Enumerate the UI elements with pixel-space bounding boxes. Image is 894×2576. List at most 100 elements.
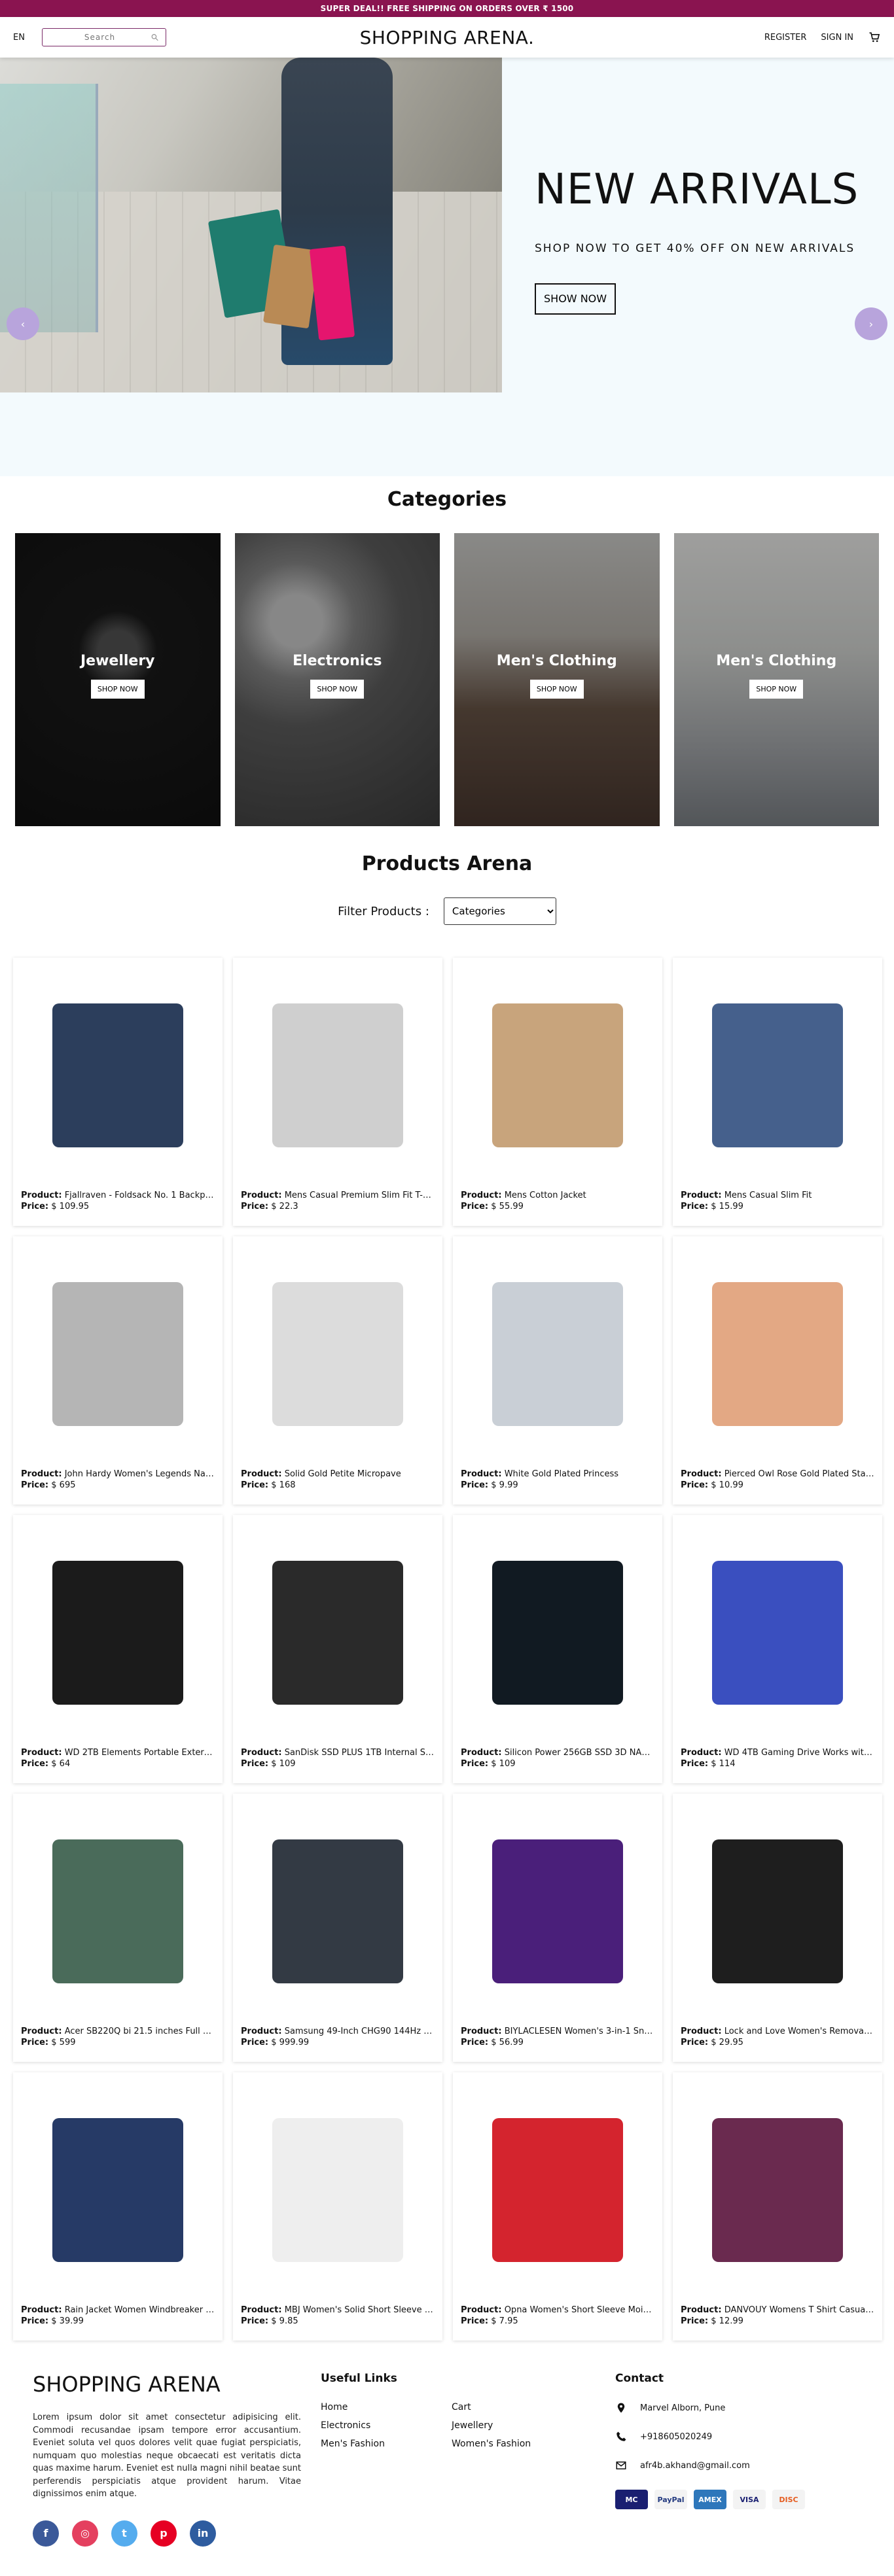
linkedin-icon[interactable]: in [190, 2520, 216, 2547]
product-card[interactable]: Product: Solid Gold Petite Micropave Pric… [233, 1236, 442, 1505]
footer-link-womens-fashion[interactable]: Women's Fashion [452, 2439, 582, 2449]
hero-cta-button[interactable]: SHOW NOW [535, 283, 617, 315]
product-card[interactable]: Product: MBJ Women's Solid Short Sleeve … [233, 2072, 442, 2341]
price-label: Price: [241, 1201, 269, 1211]
facebook-icon[interactable]: f [33, 2520, 59, 2547]
category-card[interactable]: Men's Clothing SHOP NOW [673, 533, 879, 826]
category-shop-button[interactable]: SHOP NOW [749, 680, 804, 699]
product-card[interactable]: Product: Lock and Love Women's Removable… [673, 1794, 882, 2062]
price-label: Price: [241, 1758, 269, 1769]
price-label: Price: [241, 2316, 269, 2326]
product-image[interactable] [461, 1243, 654, 1465]
price-label: Price: [461, 2037, 489, 2047]
product-card[interactable]: Product: SanDisk SSD PLUS 1TB Internal S… [233, 1515, 442, 1783]
product-card[interactable]: Product: WD 2TB Elements Portable Extern… [13, 1515, 223, 1783]
product-price: $ 29.95 [711, 2037, 743, 2047]
product-price: $ 7.95 [491, 2316, 518, 2326]
product-card[interactable]: Product: Fjallraven - Foldsack No. 1 Bac… [13, 958, 223, 1226]
footer-link-home[interactable]: Home [321, 2402, 452, 2412]
footer-link-electronics[interactable]: Electronics [321, 2420, 452, 2431]
product-label: Product: [681, 1191, 722, 1200]
product-image[interactable] [461, 1522, 654, 1744]
product-name: Opna Women's Short Sleeve Moisture [504, 2305, 654, 2315]
product-image[interactable] [21, 1522, 215, 1744]
product-image[interactable] [21, 2079, 215, 2301]
pinterest-icon[interactable]: p [151, 2520, 177, 2547]
product-card[interactable]: Product: Samsung 49-Inch CHG90 144Hz Cur… [233, 1794, 442, 2062]
product-image[interactable] [21, 1243, 215, 1465]
product-card[interactable]: Product: John Hardy Women's Legends Naga… [13, 1236, 223, 1505]
category-shop-button[interactable]: SHOP NOW [310, 680, 365, 699]
category-card[interactable]: Electronics SHOP NOW [234, 533, 440, 826]
product-image[interactable] [241, 1243, 435, 1465]
product-card[interactable]: Product: Opna Women's Short Sleeve Moist… [453, 2072, 662, 2341]
product-thumbnail [492, 1003, 623, 1147]
product-thumbnail [492, 1839, 623, 1983]
product-meta: Product: Mens Cotton Jacket Price: $ 55.9… [461, 1191, 654, 1213]
announcement-bar: SUPER DEAL!! FREE SHIPPING ON ORDERS OVE… [0, 0, 894, 17]
product-image[interactable] [681, 2079, 874, 2301]
language-selector[interactable]: EN [13, 33, 39, 43]
footer-link-cart[interactable]: Cart [452, 2402, 582, 2412]
search-input[interactable] [49, 33, 151, 42]
product-image[interactable] [21, 1800, 215, 2023]
product-image[interactable] [681, 964, 874, 1187]
product-thumbnail [52, 1839, 183, 1983]
register-link[interactable]: REGISTER [764, 33, 807, 43]
site-logo[interactable]: SHOPPING ARENA. [360, 27, 535, 48]
product-image[interactable] [681, 1800, 874, 2023]
product-thumbnail [52, 1282, 183, 1426]
product-label: Product: [461, 2305, 502, 2315]
category-shop-button[interactable]: SHOP NOW [90, 680, 145, 699]
footer-link-jewellery[interactable]: Jewellery [452, 2420, 582, 2431]
product-image[interactable] [681, 1243, 874, 1465]
sign-in-link[interactable]: SIGN IN [821, 33, 853, 43]
product-name: WD 2TB Elements Portable External Hard D… [64, 1748, 215, 1758]
product-meta: Product: Pierced Owl Rose Gold Plated St… [681, 1469, 874, 1491]
product-card[interactable]: Product: Mens Cotton Jacket Price: $ 55.9… [453, 958, 662, 1226]
product-card[interactable]: Product: Pierced Owl Rose Gold Plated St… [673, 1236, 882, 1505]
cart-icon[interactable] [868, 31, 881, 44]
contact-phone: +918605020249 [640, 2431, 713, 2442]
product-thumbnail [272, 1561, 403, 1705]
product-card[interactable]: Product: WD 4TB Gaming Drive Works with … [673, 1515, 882, 1783]
product-card[interactable]: Product: Acer SB220Q bi 21.5 inches Full… [13, 1794, 223, 2062]
product-image[interactable] [241, 964, 435, 1187]
product-name: BIYLACLESEN Women's 3-in-1 Snowboard Jac… [504, 2027, 654, 2036]
product-label: Product: [241, 1748, 282, 1758]
product-image[interactable] [461, 1800, 654, 2023]
product-thumbnail [712, 2118, 843, 2262]
category-card[interactable]: Jewellery SHOP NOW [15, 533, 221, 826]
price-label: Price: [461, 1758, 489, 1769]
category-filter-select[interactable]: Categories [443, 897, 556, 925]
product-card[interactable]: Product: Mens Casual Slim Fit Price: $ 15… [673, 958, 882, 1226]
product-card[interactable]: Product: Mens Casual Premium Slim Fit T-… [233, 958, 442, 1226]
product-thumbnail [52, 2118, 183, 2262]
footer-link-mens-fashion[interactable]: Men's Fashion [321, 2439, 452, 2449]
product-card[interactable]: Product: Silicon Power 256GB SSD 3D NAND… [453, 1515, 662, 1783]
product-image[interactable] [681, 1522, 874, 1744]
slider-prev-arrow[interactable]: ‹ [7, 307, 39, 340]
product-image[interactable] [241, 1522, 435, 1744]
product-image[interactable] [461, 2079, 654, 2301]
product-label: Product: [681, 1748, 722, 1758]
product-image[interactable] [241, 1800, 435, 2023]
product-label: Product: [681, 2305, 722, 2315]
twitter-icon[interactable]: t [111, 2520, 137, 2547]
product-name: John Hardy Women's Legends Naga Gold & S… [64, 1469, 215, 1479]
product-card[interactable]: Product: BIYLACLESEN Women's 3-in-1 Snow… [453, 1794, 662, 2062]
product-card[interactable]: Product: Rain Jacket Women Windbreaker S… [13, 2072, 223, 2341]
product-image[interactable] [241, 2079, 435, 2301]
product-card[interactable]: Product: DANVOUY Womens T Shirt Casual C… [673, 2072, 882, 2341]
category-shop-button[interactable]: SHOP NOW [529, 680, 584, 699]
instagram-icon[interactable]: ◎ [72, 2520, 98, 2547]
slider-next-arrow[interactable]: › [855, 307, 887, 340]
product-image[interactable] [21, 964, 215, 1187]
product-image[interactable] [461, 964, 654, 1187]
hero-slider: NEW ARRIVALS SHOP NOW TO GET 40% OFF ON … [0, 58, 894, 476]
product-label: Product: [461, 1191, 502, 1200]
product-card[interactable]: Product: White Gold Plated Princess Price… [453, 1236, 662, 1505]
search-icon[interactable] [151, 33, 159, 42]
product-label: Product: [681, 2027, 722, 2036]
category-card[interactable]: Men's Clothing SHOP NOW [454, 533, 660, 826]
